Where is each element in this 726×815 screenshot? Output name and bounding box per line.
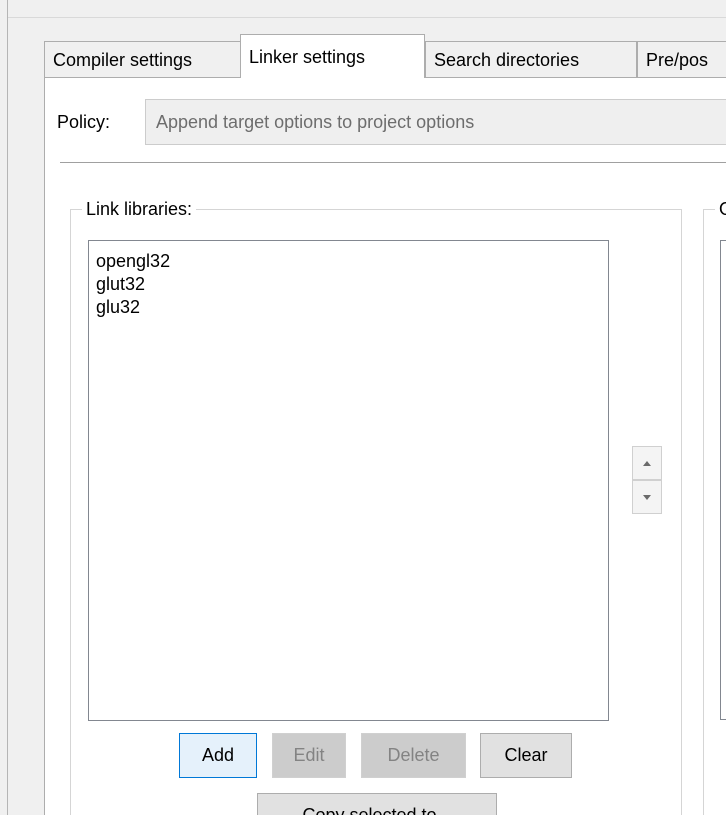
left-edge-divider (7, 0, 8, 815)
linker-settings-window: Compiler settings Linker settings Search… (0, 0, 726, 815)
link-libraries-title: Link libraries: (82, 198, 197, 220)
edit-button[interactable]: Edit (272, 733, 346, 778)
top-strip (0, 0, 726, 18)
add-button[interactable]: Add (179, 733, 257, 778)
triangle-down-icon (643, 494, 651, 500)
list-item[interactable]: glu32 (96, 296, 608, 319)
policy-label: Policy: (57, 112, 111, 132)
triangle-up-icon (643, 460, 651, 466)
move-down-button[interactable] (632, 480, 662, 514)
other-linker-options-title: O (715, 198, 726, 220)
delete-button[interactable]: Delete (361, 733, 466, 778)
list-item[interactable]: glut32 (96, 273, 608, 296)
move-up-button[interactable] (632, 446, 662, 480)
tab-compiler-settings[interactable]: Compiler settings (44, 41, 241, 77)
tab-search-directories[interactable]: Search directories (425, 41, 637, 77)
clear-button[interactable]: Clear (480, 733, 572, 778)
list-item[interactable]: opengl32 (96, 250, 608, 273)
top-divider (8, 17, 726, 18)
other-linker-options-textarea[interactable] (720, 240, 726, 720)
tab-linker-settings[interactable]: Linker settings (240, 34, 425, 78)
copy-selected-to-button[interactable]: Copy selected to... (257, 793, 497, 815)
policy-select[interactable]: Append target options to project options (145, 99, 726, 145)
tab-pre-post-build[interactable]: Pre/pos (637, 41, 726, 77)
link-libraries-list[interactable]: opengl32 glut32 glu32 (88, 240, 609, 721)
separator-highlight (60, 163, 726, 164)
